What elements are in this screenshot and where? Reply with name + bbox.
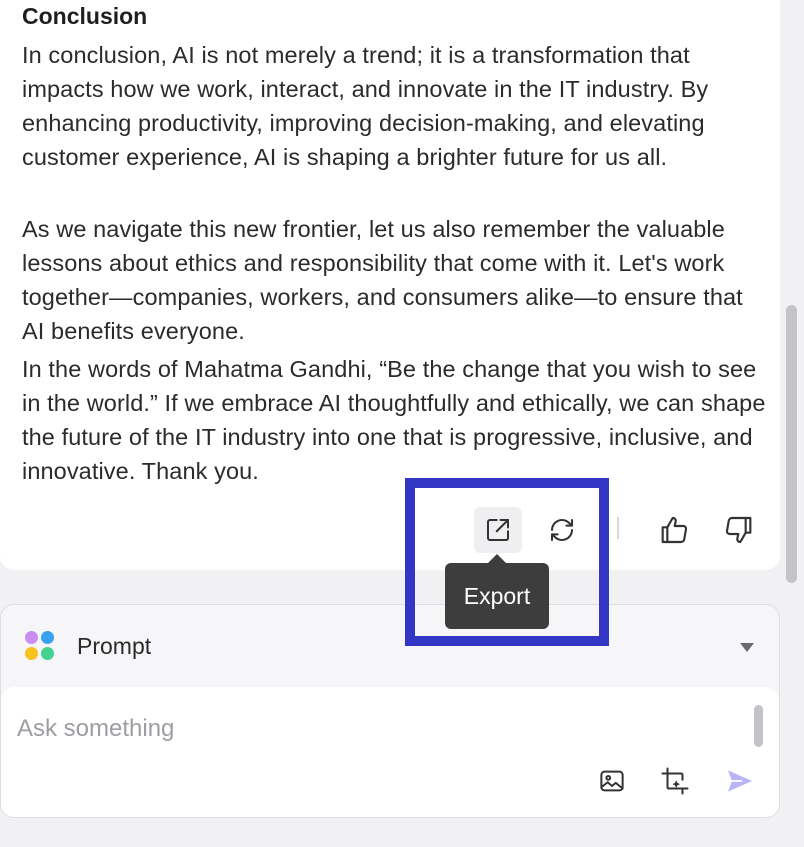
- export-icon: [487, 519, 509, 541]
- thumbs-down-icon: [725, 516, 752, 544]
- scrollbar-thumb[interactable]: [786, 305, 797, 583]
- actions-divider: [617, 517, 619, 539]
- thumbs-up-icon: [661, 516, 688, 544]
- answer-actions: [0, 505, 780, 553]
- refresh-icon: [551, 519, 573, 541]
- answer-paragraph: In conclusion, AI is not merely a trend;…: [22, 42, 709, 170]
- prompt-selector[interactable]: Prompt: [1, 605, 779, 687]
- caret-down-icon[interactable]: [740, 643, 754, 652]
- export-button[interactable]: [474, 507, 522, 553]
- answer-heading: Conclusion: [22, 3, 148, 29]
- insert-image-button[interactable]: [594, 763, 630, 799]
- input-scrollbar[interactable]: [754, 705, 763, 747]
- crop-icon: [661, 767, 689, 795]
- regenerate-button[interactable]: [538, 507, 586, 553]
- prompt-panel: Prompt: [0, 604, 780, 818]
- send-button[interactable]: [722, 763, 758, 799]
- answer-paragraph: As we navigate this new frontier, let us…: [22, 216, 743, 344]
- image-icon: [600, 770, 624, 792]
- ask-input[interactable]: [17, 709, 717, 749]
- like-button[interactable]: [650, 507, 698, 553]
- screenshot-button[interactable]: [657, 763, 693, 799]
- export-tooltip: Export: [445, 554, 549, 629]
- prompt-label: Prompt: [77, 633, 152, 659]
- input-area: [1, 687, 779, 817]
- prompt-logo-icon: [25, 631, 55, 661]
- send-icon: [728, 770, 752, 792]
- answer-paragraph: In the words of Mahatma Gandhi, “Be the …: [22, 356, 766, 484]
- dislike-button[interactable]: [715, 507, 763, 553]
